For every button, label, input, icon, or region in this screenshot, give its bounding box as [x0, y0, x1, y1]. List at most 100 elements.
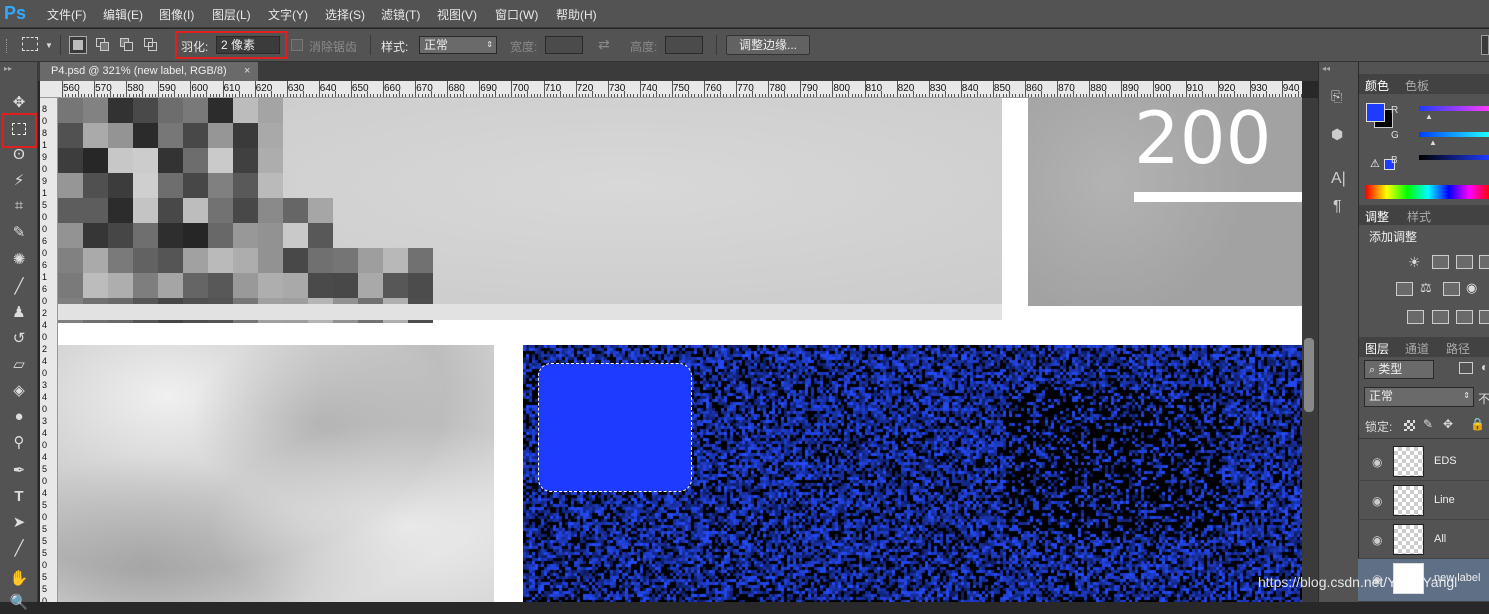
eye-icon[interactable]: ◉ [1372, 455, 1382, 469]
lasso-tool-icon[interactable]: ʘ [8, 144, 30, 166]
tab-layers[interactable]: 图层 [1365, 340, 1389, 357]
color-ramp[interactable] [1366, 185, 1489, 199]
threshold-icon[interactable] [1456, 310, 1473, 324]
b-slider[interactable] [1419, 155, 1489, 160]
lock-position-icon[interactable]: ✥ [1443, 417, 1453, 431]
hand-tool-icon[interactable]: ✋ [8, 568, 30, 590]
new-selection-icon[interactable] [69, 36, 87, 54]
vertical-scrollbar-thumb[interactable] [1304, 338, 1314, 412]
menu-layer[interactable]: 图层(L) [212, 6, 251, 23]
zoom-tool-icon[interactable]: 🔍 [8, 592, 30, 614]
black-white-icon[interactable] [1443, 282, 1460, 296]
move-tool-icon[interactable]: ✥ [8, 92, 30, 114]
tab-styles[interactable]: 样式 [1407, 208, 1431, 225]
tab-paths[interactable]: 路径 [1446, 340, 1470, 357]
menu-edit[interactable]: 编辑(E) [103, 6, 143, 23]
exposure-icon[interactable] [1479, 255, 1489, 269]
slider-thumb-icon[interactable]: ▲ [1425, 112, 1433, 121]
tab-swatches[interactable]: 色板 [1405, 77, 1429, 94]
posterize-icon[interactable] [1432, 310, 1449, 324]
healing-brush-tool-icon[interactable]: ✺ [8, 249, 30, 271]
photo-filter-icon[interactable]: ◉ [1466, 280, 1477, 296]
close-icon[interactable]: × [244, 62, 250, 81]
lock-paint-icon[interactable]: ✎ [1423, 417, 1433, 431]
color-balance-icon[interactable]: ⚖ [1420, 280, 1432, 296]
collapse-arrows-icon[interactable]: ◂◂ [1322, 64, 1330, 73]
dodge-tool-icon[interactable]: ⚲ [8, 432, 30, 454]
layer-row[interactable]: ◉ All [1358, 520, 1489, 559]
path-selection-tool-icon[interactable]: ➤ [8, 512, 30, 534]
ruler-label: 5 [42, 464, 48, 474]
gradient-map-icon[interactable] [1479, 310, 1489, 324]
invert-icon[interactable] [1407, 310, 1424, 324]
line-tool-icon[interactable]: ╱ [8, 538, 30, 560]
brush-tool-icon[interactable]: ╱ [8, 276, 30, 298]
ruler-tick [142, 91, 144, 97]
eyedropper-tool-icon[interactable]: ✎ [8, 222, 30, 244]
menu-image[interactable]: 图像(I) [159, 6, 194, 23]
type-tool-icon[interactable]: T [8, 486, 30, 508]
document-canvas[interactable]: 200 [58, 98, 1302, 602]
paragraph-panel-icon[interactable]: ¶ [1333, 198, 1342, 216]
layer-filter-select[interactable]: ⌕ 类型 [1364, 360, 1434, 379]
refine-edge-button[interactable]: 调整边缘... [726, 35, 810, 55]
magic-wand-tool-icon[interactable]: ⚡ [8, 170, 30, 192]
layer-thumbnail [1393, 524, 1424, 555]
marquee-preset-icon[interactable] [22, 37, 38, 51]
r-slider[interactable] [1419, 106, 1489, 111]
history-brush-tool-icon[interactable]: ↺ [8, 328, 30, 350]
style-select[interactable]: 正常 ⇕ [419, 36, 497, 54]
antialias-checkbox[interactable] [291, 39, 303, 51]
lock-all-icon[interactable]: 🔒 [1470, 417, 1485, 431]
curves-icon[interactable] [1456, 255, 1473, 269]
height-input[interactable] [665, 36, 703, 54]
tab-color[interactable]: 颜色 [1365, 77, 1389, 94]
eye-icon[interactable]: ◉ [1372, 494, 1382, 508]
levels-icon[interactable] [1432, 255, 1449, 269]
menu-view[interactable]: 视图(V) [437, 6, 477, 23]
menu-filter[interactable]: 滤镜(T) [381, 6, 420, 23]
preset-dropdown-arrow-icon[interactable]: ▼ [45, 41, 53, 50]
feather-input[interactable]: 2 像素 [216, 36, 280, 54]
menu-file[interactable]: 文件(F) [47, 6, 86, 23]
layer-row[interactable]: ◉ EDS [1358, 442, 1489, 481]
ruler-label: 5 [42, 524, 48, 534]
character-panel-icon[interactable]: A| [1331, 170, 1346, 188]
pen-tool-icon[interactable]: ✒ [8, 460, 30, 482]
blend-mode-select[interactable]: 正常 ⇕ [1364, 387, 1474, 407]
width-input[interactable] [545, 36, 583, 54]
pixel-filter-icon[interactable] [1459, 362, 1473, 374]
clone-stamp-tool-icon[interactable]: ♟ [8, 302, 30, 324]
intersect-selection-icon[interactable] [142, 36, 160, 54]
vibrance-icon[interactable] [1396, 282, 1413, 296]
workspace-switcher[interactable] [1481, 35, 1489, 55]
adjustment-filter-icon[interactable]: ◐ [1481, 360, 1488, 374]
menu-window[interactable]: 窗口(W) [495, 6, 538, 23]
lock-transparency-icon[interactable] [1404, 420, 1415, 431]
tab-channels[interactable]: 通道 [1405, 340, 1429, 357]
eraser-tool-icon[interactable]: ▱ [8, 354, 30, 376]
foreground-color-swatch[interactable] [1366, 103, 1385, 122]
swap-icon[interactable]: ⇄ [598, 36, 610, 53]
brightness-icon[interactable]: ☀ [1408, 254, 1421, 271]
menu-type[interactable]: 文字(Y) [268, 6, 308, 23]
3d-panel-icon[interactable]: ⬢ [1331, 126, 1343, 143]
paint-bucket-tool-icon[interactable]: ◈ [8, 380, 30, 402]
history-panel-icon[interactable]: ⎘ [1331, 88, 1342, 105]
menu-select[interactable]: 选择(S) [325, 6, 365, 23]
menu-help[interactable]: 帮助(H) [556, 6, 597, 23]
crop-tool-icon[interactable]: ⌗ [8, 195, 30, 217]
layer-row[interactable]: ◉ Line [1358, 481, 1489, 520]
document-tab[interactable]: P4.psd @ 321% (new label, RGB/8) × [40, 62, 258, 81]
rectangular-marquee-tool-icon[interactable] [8, 119, 30, 141]
pixel-cell [158, 98, 183, 123]
tab-adjustments[interactable]: 调整 [1365, 208, 1389, 225]
blur-tool-icon[interactable]: ● [8, 406, 30, 428]
collapse-arrows-icon[interactable]: ▸▸ [4, 64, 12, 73]
eye-icon[interactable]: ◉ [1372, 533, 1382, 547]
slider-thumb-icon[interactable]: ▲ [1429, 138, 1437, 147]
g-slider[interactable] [1419, 132, 1489, 137]
add-to-selection-icon[interactable] [94, 36, 112, 54]
feathered-selection[interactable] [538, 363, 692, 492]
subtract-from-selection-icon[interactable] [118, 36, 136, 54]
